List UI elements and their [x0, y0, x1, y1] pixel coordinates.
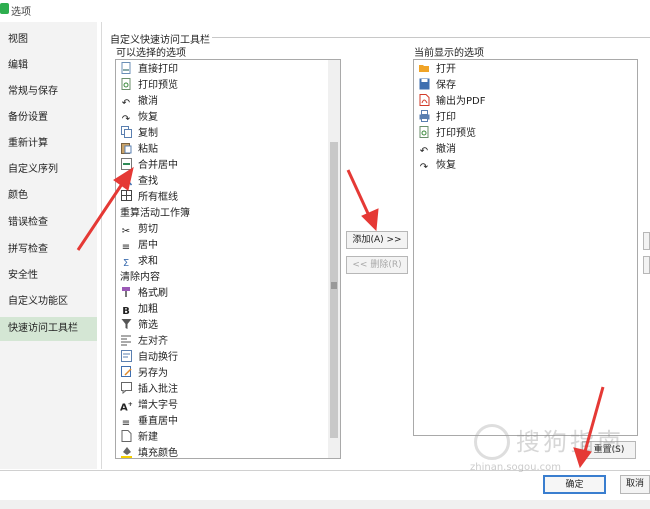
- arrow-head-2: [361, 208, 379, 232]
- arrow-to-list-item: [76, 177, 128, 251]
- arrow-head-3: [573, 447, 592, 469]
- arrow-to-add-button: [346, 169, 373, 221]
- arrow-to-ok-button: [582, 386, 605, 456]
- annotation-arrows: [76, 166, 605, 469]
- arrow-head-1: [113, 166, 134, 191]
